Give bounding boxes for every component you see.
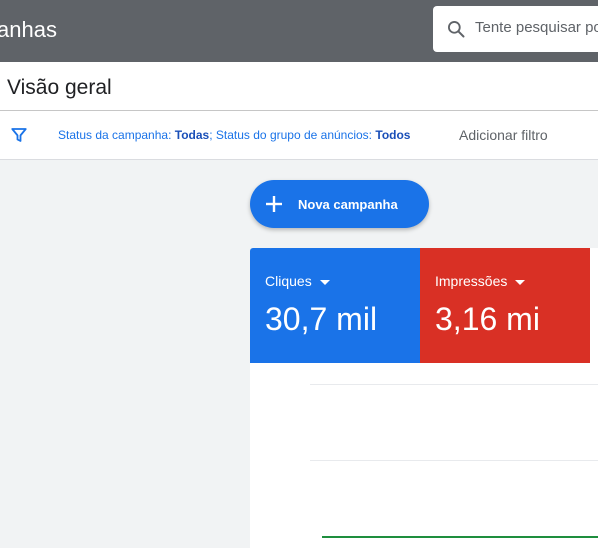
campaign-status-label: Status da campanha:: [58, 128, 172, 142]
metric-clicks-label: Cliques: [265, 273, 312, 289]
chart-gridline: [310, 384, 598, 385]
chart-series-line: [322, 536, 598, 538]
adgroup-status-label: Status do grupo de anúncios:: [215, 128, 373, 142]
adgroup-status-value: Todos: [375, 128, 411, 142]
metric-clicks-value: 30,7 mil: [265, 301, 378, 337]
metric-clicks[interactable]: Cliques 30,7 mil: [250, 248, 420, 363]
metric-impressions-value: 3,16 mi: [435, 301, 540, 337]
search-input[interactable]: [475, 19, 598, 36]
search-icon: [448, 21, 465, 38]
page-title: Visão geral: [7, 76, 112, 99]
plus-icon: [266, 196, 282, 212]
top-app-bar: anhas: [0, 0, 598, 62]
active-filters[interactable]: Status da campanha: Todas; Status do gru…: [58, 128, 410, 142]
caret-down-icon: [515, 279, 526, 285]
filter-bar: Status da campanha: Todas; Status do gru…: [0, 111, 598, 160]
performance-card: Cliques 30,7 mil Impressões 3,16 mi: [250, 248, 598, 548]
metric-clicks-selector[interactable]: Cliques: [265, 273, 330, 289]
add-filter-button[interactable]: Adicionar filtro: [459, 127, 548, 143]
page-header: Visão geral: [0, 62, 598, 111]
new-campaign-label: Nova campanha: [298, 197, 398, 212]
new-campaign-button[interactable]: Nova campanha: [250, 180, 429, 228]
metric-impressions-label: Impressões: [435, 273, 508, 289]
campaign-status-value: Todas: [174, 128, 210, 142]
app-title: anhas: [0, 17, 57, 42]
filter-separator: ;: [209, 128, 213, 142]
chart-gridline: [310, 460, 598, 461]
search-box[interactable]: [433, 6, 598, 52]
metric-impressions[interactable]: Impressões 3,16 mi: [420, 248, 590, 363]
metric-impressions-selector[interactable]: Impressões: [435, 273, 526, 289]
filter-icon[interactable]: [10, 126, 28, 144]
caret-down-icon: [319, 279, 330, 285]
